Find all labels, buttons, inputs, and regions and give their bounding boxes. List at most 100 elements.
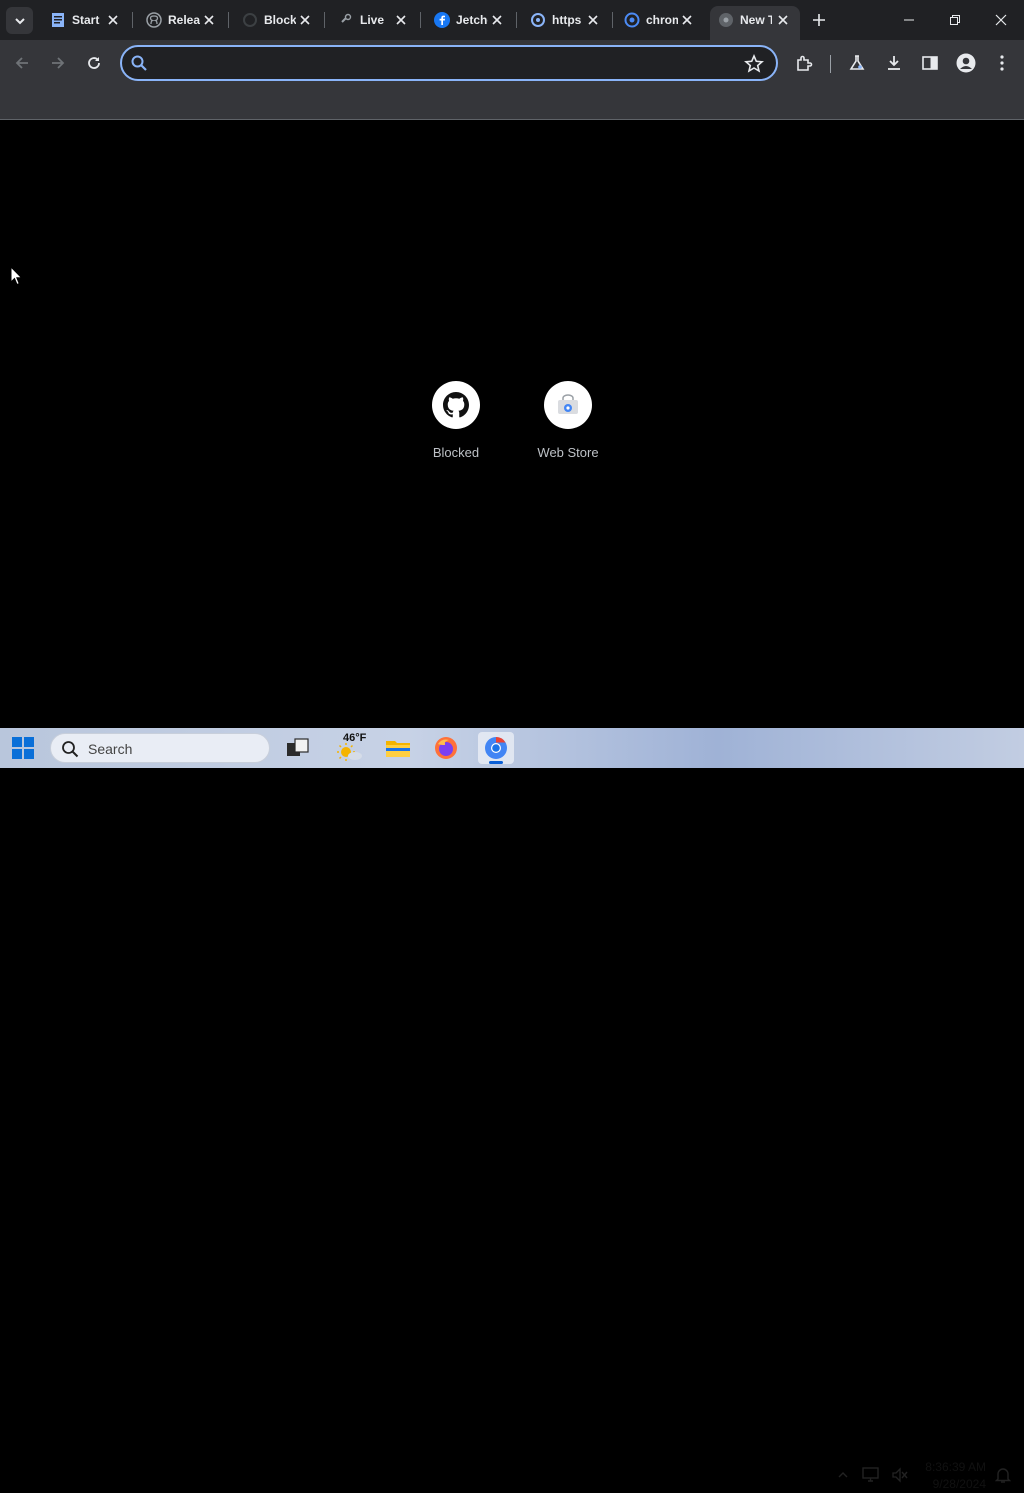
tab-separator (516, 12, 517, 28)
file-explorer-button[interactable] (380, 732, 416, 764)
shortcut-blocked[interactable]: Blocked (408, 381, 504, 481)
arrow-right-icon (52, 57, 65, 69)
shortcut-label: Web Store (537, 445, 599, 460)
weather-temperature: 46°F (343, 732, 367, 744)
shortcut-label: Blocked (432, 445, 480, 460)
tab-strip: Start Releases Blocked Live Jetcheck (0, 0, 1024, 40)
link-icon (338, 12, 354, 28)
reload-icon (88, 57, 100, 69)
search-icon (62, 741, 79, 758)
restore-icon (950, 15, 960, 25)
windows-start-icon[interactable] (12, 737, 34, 759)
taskbar: Search 8:36:39 AM 9/28/2024 (0, 728, 1024, 1491)
close-icon[interactable] (298, 13, 312, 27)
shortcut-web-store[interactable]: Web Store (520, 381, 616, 481)
side-panel-icon (922, 56, 938, 70)
weather-sun-icon (337, 743, 362, 761)
toolbar (0, 40, 1024, 86)
omnibox[interactable] (120, 45, 778, 81)
extensions-button[interactable] (790, 49, 818, 77)
folder-icon (386, 741, 410, 757)
minimize-icon (904, 19, 914, 21)
active-indicator (489, 761, 503, 764)
tab-separator (420, 12, 421, 28)
chrome-taskbar-button[interactable] (478, 732, 514, 764)
tab-separator (132, 12, 133, 28)
close-icon[interactable] (202, 13, 216, 27)
tab-title: Releases (168, 13, 200, 27)
tab-separator (324, 12, 325, 28)
tab-separator (612, 12, 613, 28)
shortcut-icon-circle (432, 381, 480, 429)
menu-button[interactable] (988, 49, 1016, 77)
notifications-button[interactable] (994, 1466, 1012, 1484)
mouse-cursor-icon (10, 266, 23, 286)
back-button[interactable] (8, 49, 36, 77)
close-window-button[interactable] (978, 0, 1024, 40)
show-hidden-icons-button[interactable] (834, 1466, 852, 1484)
clock[interactable]: 8:36:39 AM 9/28/2024 (914, 1459, 986, 1493)
close-icon[interactable] (490, 13, 504, 27)
firefox-button[interactable] (428, 732, 464, 764)
plus-icon (813, 14, 825, 26)
forward-button[interactable] (44, 49, 72, 77)
arrow-left-icon (15, 57, 28, 69)
tab-search-button[interactable] (6, 7, 33, 34)
minimize-button[interactable] (886, 0, 932, 40)
taskbar-search[interactable]: Search (50, 733, 270, 763)
github-icon (443, 392, 469, 418)
loading-icon (242, 12, 258, 28)
tab-title: Jetcheck (456, 13, 488, 27)
chrome-icon (624, 12, 640, 28)
search-icon (131, 55, 147, 71)
monitor-network-icon (862, 1467, 879, 1482)
tab-blocked[interactable]: Blocked (234, 6, 324, 34)
flask-icon (849, 55, 865, 70)
avatar-icon (956, 53, 976, 73)
close-icon[interactable] (680, 13, 694, 27)
tab-chrome[interactable]: chrome (616, 6, 706, 34)
clock-date: 9/28/2024 (932, 1477, 986, 1491)
bookmarks-bar (0, 86, 1024, 120)
reload-button[interactable] (80, 49, 108, 77)
clock-time: 8:36:39 AM (925, 1460, 986, 1474)
labs-button[interactable] (843, 49, 871, 77)
chevron-down-icon (14, 17, 25, 24)
chrome-icon (485, 737, 507, 759)
tab-start[interactable]: Start (42, 6, 132, 34)
tab-separator (228, 12, 229, 28)
tab-https[interactable]: https (522, 6, 612, 34)
close-icon[interactable] (776, 13, 790, 27)
facebook-icon (434, 12, 450, 28)
close-icon[interactable] (586, 13, 600, 27)
firefox-icon (435, 737, 457, 759)
shortcut-icon-circle (544, 381, 592, 429)
download-icon (888, 56, 900, 70)
tab-releases[interactable]: Releases (138, 6, 228, 34)
task-view-icon (287, 738, 309, 756)
address-input[interactable] (158, 53, 738, 73)
downloads-button[interactable] (880, 49, 908, 77)
tab-jetcheck[interactable]: Jetcheck (426, 6, 516, 34)
github-icon (146, 12, 162, 28)
tab-live[interactable]: Live (330, 6, 420, 34)
tab-title: Start (72, 13, 100, 27)
chrome-newtab-icon (718, 12, 734, 28)
network-tray-icon[interactable] (862, 1466, 880, 1484)
document-icon (50, 12, 66, 28)
new-tab-button[interactable] (808, 9, 830, 31)
close-icon[interactable] (394, 13, 408, 27)
side-panel-button[interactable] (916, 49, 944, 77)
task-view-button[interactable] (280, 732, 316, 764)
star-icon[interactable] (744, 54, 764, 74)
close-icon (995, 14, 1007, 26)
tab-title: chrome (646, 13, 678, 27)
tab-new-tab[interactable]: New Tab (710, 6, 800, 40)
close-icon[interactable] (106, 13, 120, 27)
volume-tray-icon[interactable] (891, 1466, 909, 1484)
more-vert-icon (1000, 55, 1004, 71)
puzzle-icon (797, 55, 813, 71)
profile-button[interactable] (952, 49, 980, 77)
chevron-up-icon (838, 1472, 848, 1478)
restore-button[interactable] (932, 0, 978, 40)
